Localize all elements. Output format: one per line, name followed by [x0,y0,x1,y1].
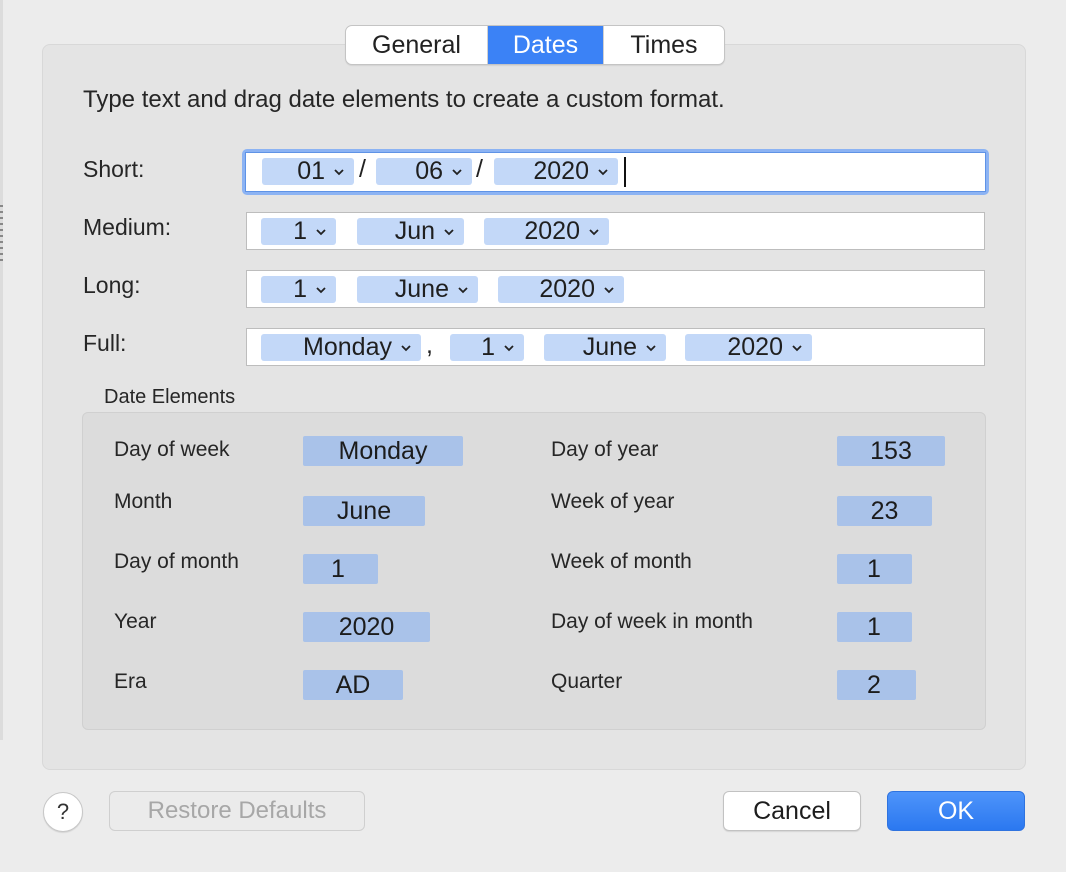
background-window-edge [0,0,3,740]
element-chip-day-of-year[interactable]: 153 [837,436,945,466]
element-chip-year[interactable]: 2020 [303,612,430,642]
format-token[interactable]: June [357,275,478,303]
chevron-down-icon[interactable] [603,284,615,296]
format-token[interactable]: 1 [261,217,336,245]
token-value: June [394,275,449,303]
full-format-field[interactable]: Monday , 1 June 2020 [246,328,985,366]
element-label-day-of-week-in-month: Day of week in month [551,610,753,633]
chevron-down-icon[interactable] [645,342,657,354]
format-token[interactable]: Monday [261,333,421,361]
format-token[interactable]: 2020 [494,157,618,185]
chevron-down-icon[interactable] [597,166,609,178]
format-token[interactable]: 2020 [484,217,609,245]
token-value: 1 [293,217,307,245]
long-format-field[interactable]: 1 June 2020 [246,270,985,308]
full-format-label: Full: [83,330,127,356]
background-window-marks [0,205,3,275]
chevron-down-icon[interactable] [457,284,469,296]
format-token[interactable]: 2020 [685,333,812,361]
token-value: 2020 [533,157,589,185]
medium-format-label: Medium: [83,214,172,240]
token-value: 2020 [539,275,595,303]
chevron-down-icon[interactable] [315,284,327,296]
element-chip-era[interactable]: AD [303,670,403,700]
short-format-label: Short: [83,156,145,182]
chevron-down-icon[interactable] [315,226,327,238]
help-button[interactable]: ? [43,792,83,832]
token-value: 2020 [524,217,580,245]
date-elements-title: Date Elements [104,386,236,408]
chevron-down-icon[interactable] [333,166,345,178]
question-mark-icon: ? [56,799,70,824]
element-chip-day-of-week-in-month[interactable]: 1 [837,612,912,642]
text-caret [624,157,626,187]
element-label-week-of-month: Week of month [551,550,692,573]
cancel-button[interactable]: Cancel [723,791,861,831]
token-value: 01 [297,157,325,185]
element-label-year: Year [114,610,157,633]
format-separator: / [476,155,483,183]
instruction-text: Type text and drag date elements to crea… [83,86,725,113]
format-token[interactable]: 1 [261,275,336,303]
chevron-down-icon[interactable] [791,342,803,354]
token-value: Monday [303,333,392,361]
restore-defaults-button[interactable]: Restore Defaults [109,791,365,831]
element-label-week-of-year: Week of year [551,490,675,513]
token-value: 2020 [727,333,783,361]
medium-format-field[interactable]: 1 Jun 2020 [246,212,985,250]
tab-dates[interactable]: Dates [488,26,604,64]
token-value: 06 [415,157,443,185]
chevron-down-icon[interactable] [503,342,515,354]
element-chip-quarter[interactable]: 2 [837,670,916,700]
tab-bar: General Dates Times [345,25,725,65]
format-token[interactable]: 06 [376,157,472,185]
long-format-label: Long: [83,272,141,298]
element-chip-month[interactable]: June [303,496,425,526]
tab-times[interactable]: Times [604,26,724,64]
format-token[interactable]: 2020 [498,275,624,303]
format-token[interactable]: Jun [357,217,464,245]
token-value: 1 [293,275,307,303]
tab-general[interactable]: General [346,26,488,64]
element-chip-week-of-year[interactable]: 23 [837,496,932,526]
element-chip-day-of-month[interactable]: 1 [303,554,378,584]
token-value: Jun [394,217,435,245]
chevron-down-icon[interactable] [400,342,412,354]
chevron-down-icon[interactable] [451,166,463,178]
element-chip-day-of-week[interactable]: Monday [303,436,463,466]
token-value: June [582,333,637,361]
element-label-day-of-week: Day of week [114,438,230,461]
chevron-down-icon[interactable] [588,226,600,238]
element-label-era: Era [114,670,147,693]
format-token[interactable]: 01 [262,157,354,185]
format-token[interactable]: 1 [450,333,524,361]
element-label-quarter: Quarter [551,670,623,693]
element-label-day-of-month: Day of month [114,550,239,573]
chevron-down-icon[interactable] [443,226,455,238]
format-separator: / [359,155,366,183]
element-label-month: Month [114,490,173,513]
format-separator: , [426,331,433,359]
element-chip-week-of-month[interactable]: 1 [837,554,912,584]
short-format-field[interactable]: 01 / 06 / 2020 [242,149,989,195]
ok-button[interactable]: OK [887,791,1025,831]
element-label-day-of-year: Day of year [551,438,659,461]
token-value: 1 [481,333,495,361]
format-token[interactable]: June [544,333,666,361]
